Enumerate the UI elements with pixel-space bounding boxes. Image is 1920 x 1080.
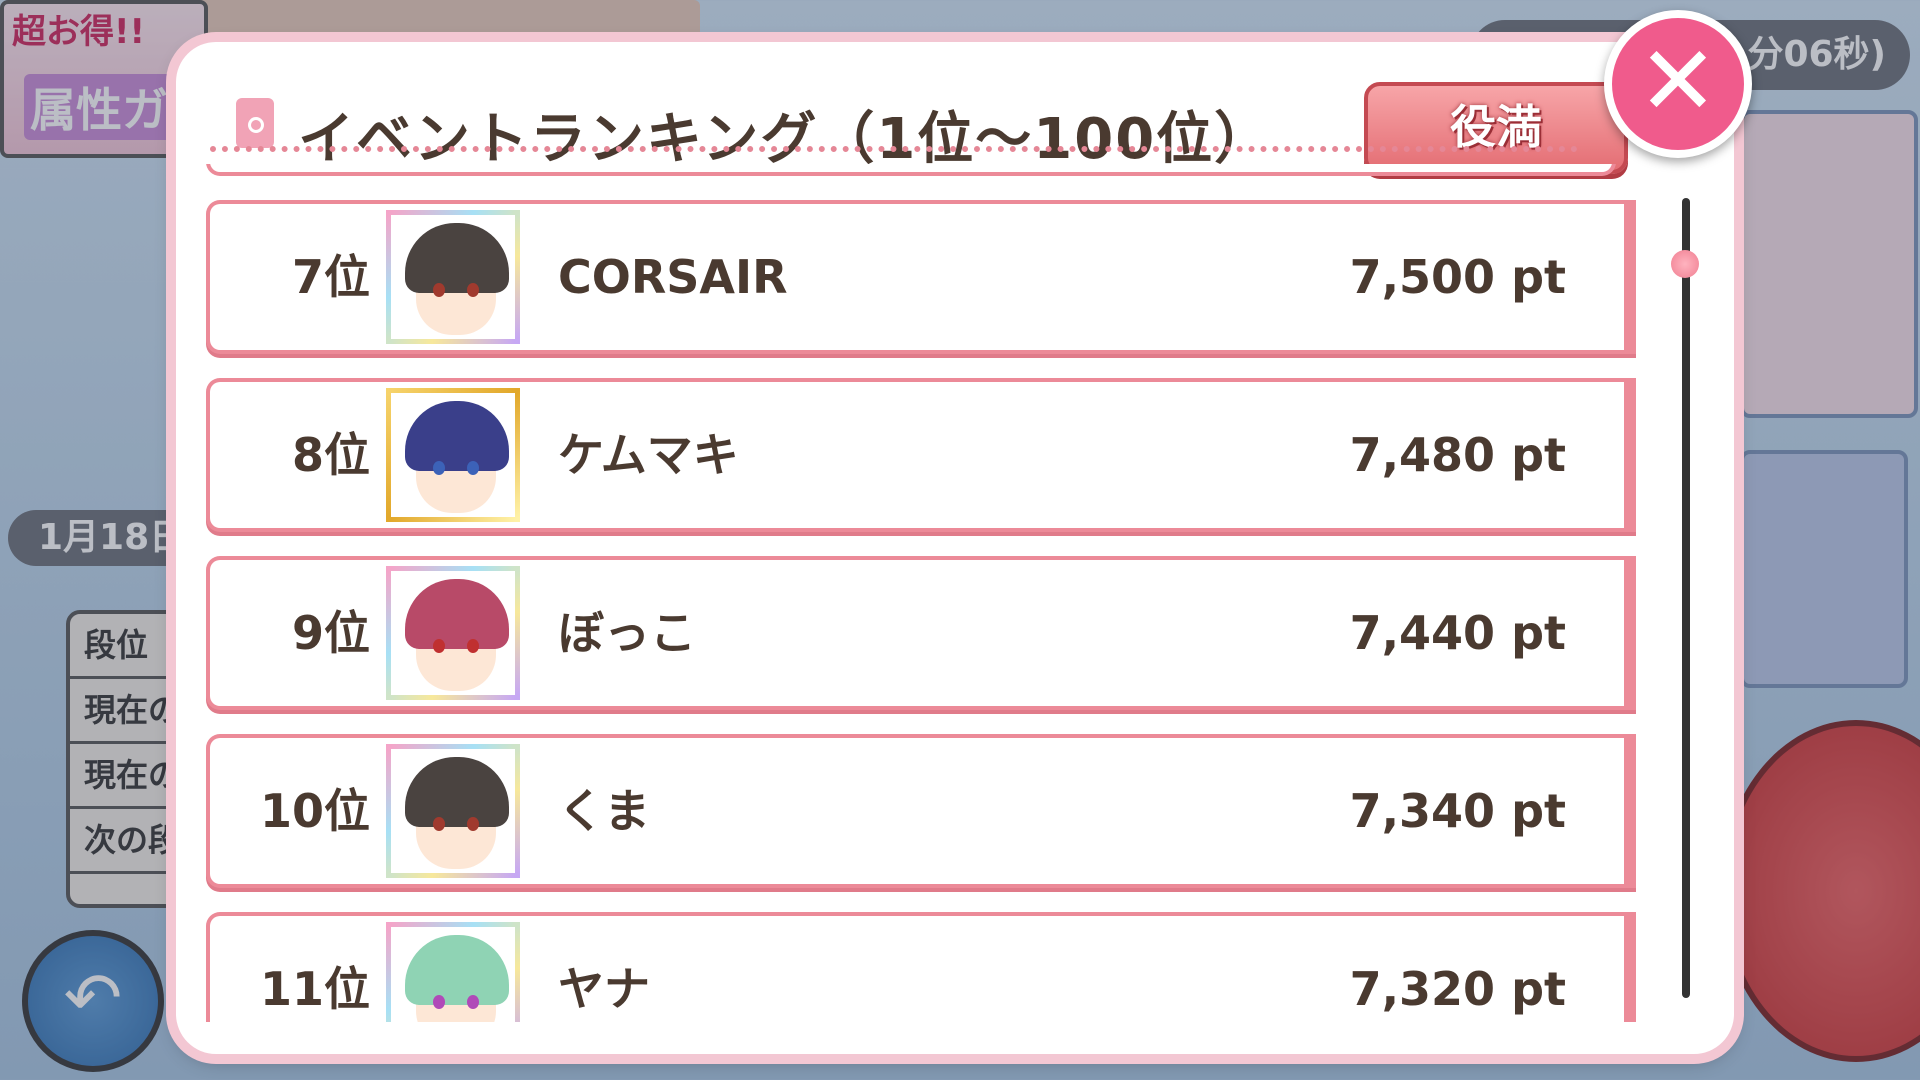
rank-label: 9位 (291, 606, 370, 660)
rank-label: 8位 (291, 428, 370, 482)
close-x-icon[interactable]: ✕ (1604, 10, 1752, 158)
ranking-row[interactable]: 8位 ケムマキ 7,480 pt (206, 378, 1636, 532)
player-name: ぼっこ (558, 606, 696, 660)
player-avatar (386, 566, 520, 700)
ranking-row[interactable]: 7位 CORSAIR 7,500 pt (206, 200, 1636, 354)
player-avatar (386, 922, 520, 1022)
player-name: ケムマキ (558, 428, 739, 482)
previous-row-edge (206, 164, 1616, 176)
player-points: 7,500 pt (1349, 250, 1566, 304)
header-divider (210, 146, 1578, 152)
player-avatar (386, 388, 520, 522)
ranking-row[interactable]: 11位 ヤナ 7,320 pt (206, 912, 1636, 1022)
role-button[interactable]: 役満 (1364, 82, 1628, 174)
player-points: 7,440 pt (1349, 606, 1566, 660)
modal-title: イベントランキング（1位〜100位） (298, 107, 1273, 172)
scrollbar-track[interactable] (1682, 198, 1690, 998)
ranking-modal: イベントランキング（1位〜100位） 役満 7位 CORSAIR 7,500 p… (176, 42, 1734, 1054)
ranking-book-icon (236, 98, 274, 148)
player-avatar (386, 210, 520, 344)
rank-label: 7位 (291, 250, 370, 304)
ranking-list[interactable]: 7位 CORSAIR 7,500 pt 8位 ケムマキ 7,480 pt 9位 (206, 164, 1636, 1022)
ranking-row[interactable]: 10位 くま 7,340 pt (206, 734, 1636, 888)
scrollbar-thumb[interactable] (1671, 250, 1699, 278)
player-avatar (386, 744, 520, 878)
rank-label: 10位 (259, 784, 370, 838)
player-points: 7,320 pt (1349, 962, 1566, 1016)
player-points: 7,480 pt (1349, 428, 1566, 482)
ranking-row[interactable]: 9位 ぼっこ 7,440 pt (206, 556, 1636, 710)
rank-label: 11位 (259, 962, 370, 1016)
player-name: CORSAIR (558, 250, 788, 304)
player-name: ヤナ (558, 962, 650, 1016)
player-name: くま (558, 784, 650, 838)
player-points: 7,340 pt (1349, 784, 1566, 838)
